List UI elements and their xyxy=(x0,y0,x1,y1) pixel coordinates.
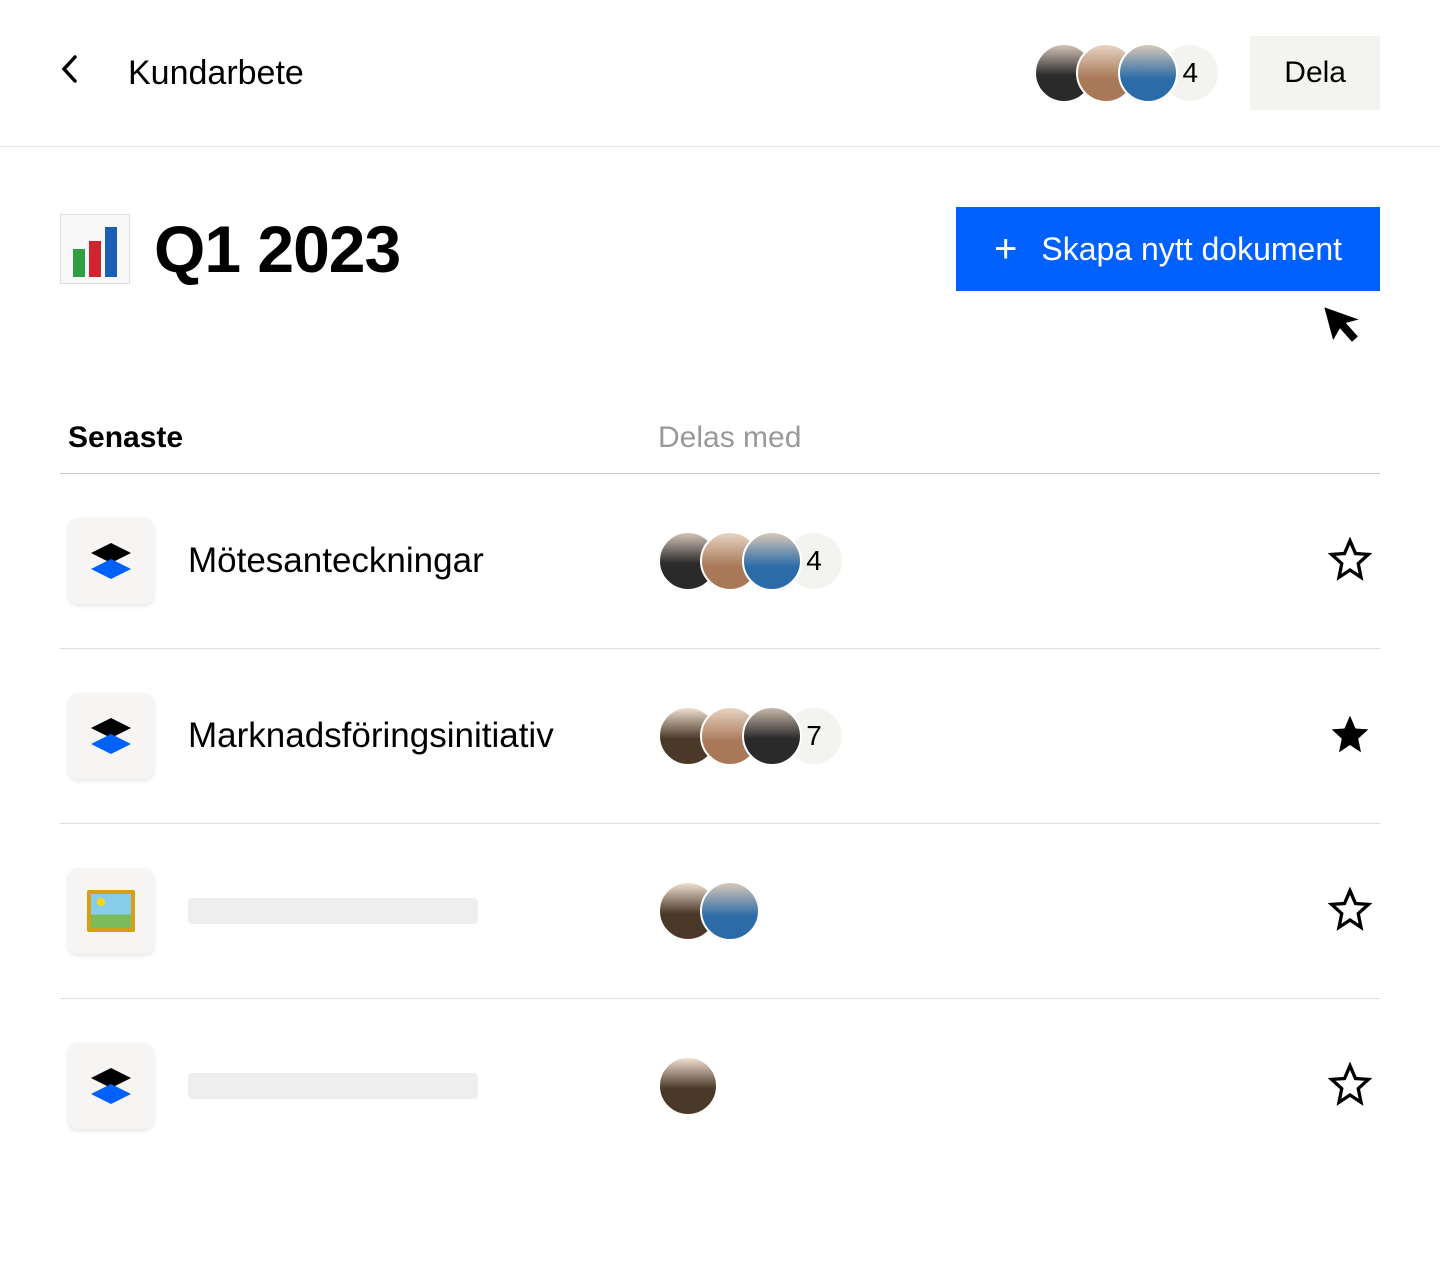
list-item[interactable]: Marknadsföringsinitiativ 7 xyxy=(60,649,1380,824)
row-avatar-stack[interactable] xyxy=(658,881,1312,941)
avatar xyxy=(658,1056,718,1116)
header: Kundarbete 4 Dela xyxy=(0,0,1440,147)
plus-icon: + xyxy=(994,229,1017,269)
row-icon-wrap xyxy=(68,518,188,604)
header-right: 4 Dela xyxy=(1034,36,1380,110)
row-shared xyxy=(658,1056,1312,1116)
row-name xyxy=(188,1073,658,1099)
avatar xyxy=(742,531,802,591)
row-icon-wrap xyxy=(68,1043,188,1129)
column-shared[interactable]: Delas med xyxy=(658,421,801,455)
create-button-label: Skapa nytt dokument xyxy=(1041,231,1342,268)
title-row: Q1 2023 + Skapa nytt dokument xyxy=(60,207,1380,291)
cursor-icon xyxy=(1319,292,1378,363)
row-star xyxy=(1312,712,1372,761)
create-document-button[interactable]: + Skapa nytt dokument xyxy=(956,207,1380,291)
star-outline-icon[interactable] xyxy=(1328,887,1372,931)
list-item[interactable]: Mötesanteckningar 4 xyxy=(60,474,1380,649)
row-avatar-stack[interactable]: 4 xyxy=(658,531,1312,591)
name-placeholder xyxy=(188,1073,478,1099)
avatar xyxy=(1118,43,1178,103)
column-recent[interactable]: Senaste xyxy=(68,421,658,455)
row-star xyxy=(1312,887,1372,936)
row-name xyxy=(188,898,658,924)
row-icon-wrap xyxy=(68,868,188,954)
header-left: Kundarbete xyxy=(60,54,304,93)
row-avatar-stack[interactable] xyxy=(658,1056,1312,1116)
title-left: Q1 2023 xyxy=(60,211,400,287)
page-title: Q1 2023 xyxy=(154,211,400,287)
list-item[interactable] xyxy=(60,824,1380,999)
avatar xyxy=(742,706,802,766)
list-item[interactable] xyxy=(60,999,1380,1173)
row-star xyxy=(1312,1062,1372,1111)
name-placeholder xyxy=(188,898,478,924)
columns-header: Senaste Delas med xyxy=(60,421,1380,474)
content: Q1 2023 + Skapa nytt dokument Senaste De… xyxy=(0,147,1440,1173)
row-shared: 4 xyxy=(658,531,1312,591)
row-icon-wrap xyxy=(68,693,188,779)
dropbox-doc-icon xyxy=(68,1043,154,1129)
avatar xyxy=(700,881,760,941)
back-button[interactable] xyxy=(60,54,78,92)
share-button[interactable]: Dela xyxy=(1250,36,1380,110)
header-avatar-stack[interactable]: 4 xyxy=(1034,43,1220,103)
dropbox-doc-icon xyxy=(68,518,154,604)
dropbox-doc-icon xyxy=(68,693,154,779)
row-name: Marknadsföringsinitiativ xyxy=(188,716,658,756)
breadcrumb[interactable]: Kundarbete xyxy=(128,54,304,93)
row-name: Mötesanteckningar xyxy=(188,541,658,581)
row-star xyxy=(1312,537,1372,586)
star-filled-icon[interactable] xyxy=(1328,712,1372,756)
row-avatar-stack[interactable]: 7 xyxy=(658,706,1312,766)
row-shared: 7 xyxy=(658,706,1312,766)
bar-chart-icon xyxy=(60,214,130,284)
chevron-left-icon xyxy=(60,54,78,84)
picture-doc-icon xyxy=(68,868,154,954)
star-outline-icon[interactable] xyxy=(1328,1062,1372,1106)
star-outline-icon[interactable] xyxy=(1328,537,1372,581)
row-shared xyxy=(658,881,1312,941)
